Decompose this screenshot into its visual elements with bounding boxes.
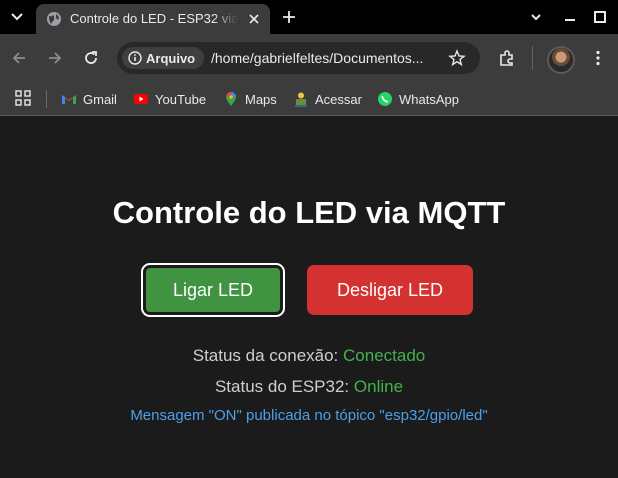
url-text[interactable]: /home/gabrielfeltes/Documentos... (211, 50, 437, 68)
forward-arrow-icon[interactable] (46, 49, 64, 67)
publish-message: Mensagem "ON" publicada no tópico "esp32… (130, 407, 488, 424)
acessar-icon (295, 92, 307, 107)
site-info-chip[interactable]: Arquivo (122, 47, 204, 69)
tab-search-chevron-icon[interactable] (8, 8, 26, 26)
esp32-status: Status do ESP32: Online (0, 377, 618, 397)
maps-icon (226, 92, 236, 106)
info-icon (128, 51, 142, 65)
led-on-button[interactable]: Ligar LED (141, 263, 285, 317)
apps-grid-icon[interactable] (15, 90, 31, 106)
bookmark-whatsapp[interactable]: WhatsApp (377, 88, 459, 110)
bookmark-label: YouTube (155, 91, 207, 107)
bookmark-label: WhatsApp (399, 91, 459, 107)
bookmark-star-icon[interactable] (448, 49, 466, 67)
kebab-menu-icon[interactable] (589, 49, 607, 67)
led-off-button[interactable]: Desligar LED (307, 265, 473, 315)
bookmark-label: Maps (245, 91, 277, 107)
globe-icon (47, 12, 61, 26)
page-title: Controle do LED via MQTT (112, 195, 506, 230)
whatsapp-icon (378, 92, 392, 106)
bookmark-gmail[interactable]: Gmail (61, 88, 117, 110)
gmail-icon (62, 95, 76, 104)
bookmarks-bar: Gmail YouTube Maps Acessar WhatsApp (0, 82, 618, 116)
connection-status-value: Conectado (343, 346, 426, 365)
extensions-puzzle-icon[interactable] (498, 49, 516, 67)
site-info-label: Arquivo (146, 50, 196, 66)
tab-title: Controle do LED - ESP32 via MQTT (70, 11, 238, 26)
bookmark-label: Acessar (315, 91, 362, 107)
page-content: Controle do LED via MQTT Ligar LED Desli… (0, 117, 618, 478)
address-bar[interactable]: Arquivo /home/gabrielfeltes/Documentos..… (117, 42, 480, 74)
bookmarks-divider (46, 90, 47, 108)
reload-icon[interactable] (82, 49, 100, 67)
maximize-icon[interactable] (591, 8, 609, 26)
avatar[interactable] (547, 46, 575, 74)
esp32-status-value: Online (353, 377, 404, 396)
tab-strip: Controle do LED - ESP32 via MQTT (0, 0, 618, 34)
minimize-icon[interactable] (561, 8, 579, 26)
browser-toolbar: Arquivo /home/gabrielfeltes/Documentos..… (0, 34, 618, 82)
bookmark-label: Gmail (83, 91, 117, 107)
connection-status-label: Status da conexão: (192, 346, 339, 365)
toolbar-divider (532, 46, 533, 70)
connection-status: Status da conexão: Conectado (0, 346, 618, 366)
chevron-down-icon[interactable] (527, 8, 545, 26)
esp32-status-label: Status do ESP32: (214, 377, 350, 396)
bookmark-youtube[interactable]: YouTube (133, 88, 206, 110)
bookmark-maps[interactable]: Maps (223, 88, 277, 110)
new-tab-icon[interactable] (280, 8, 298, 26)
bookmark-acessar[interactable]: Acessar (293, 88, 362, 110)
tab-active[interactable]: Controle do LED - ESP32 via MQTT (36, 4, 270, 34)
youtube-icon (134, 94, 148, 104)
tab-close-icon[interactable] (246, 11, 262, 27)
back-arrow-icon[interactable] (10, 49, 28, 67)
